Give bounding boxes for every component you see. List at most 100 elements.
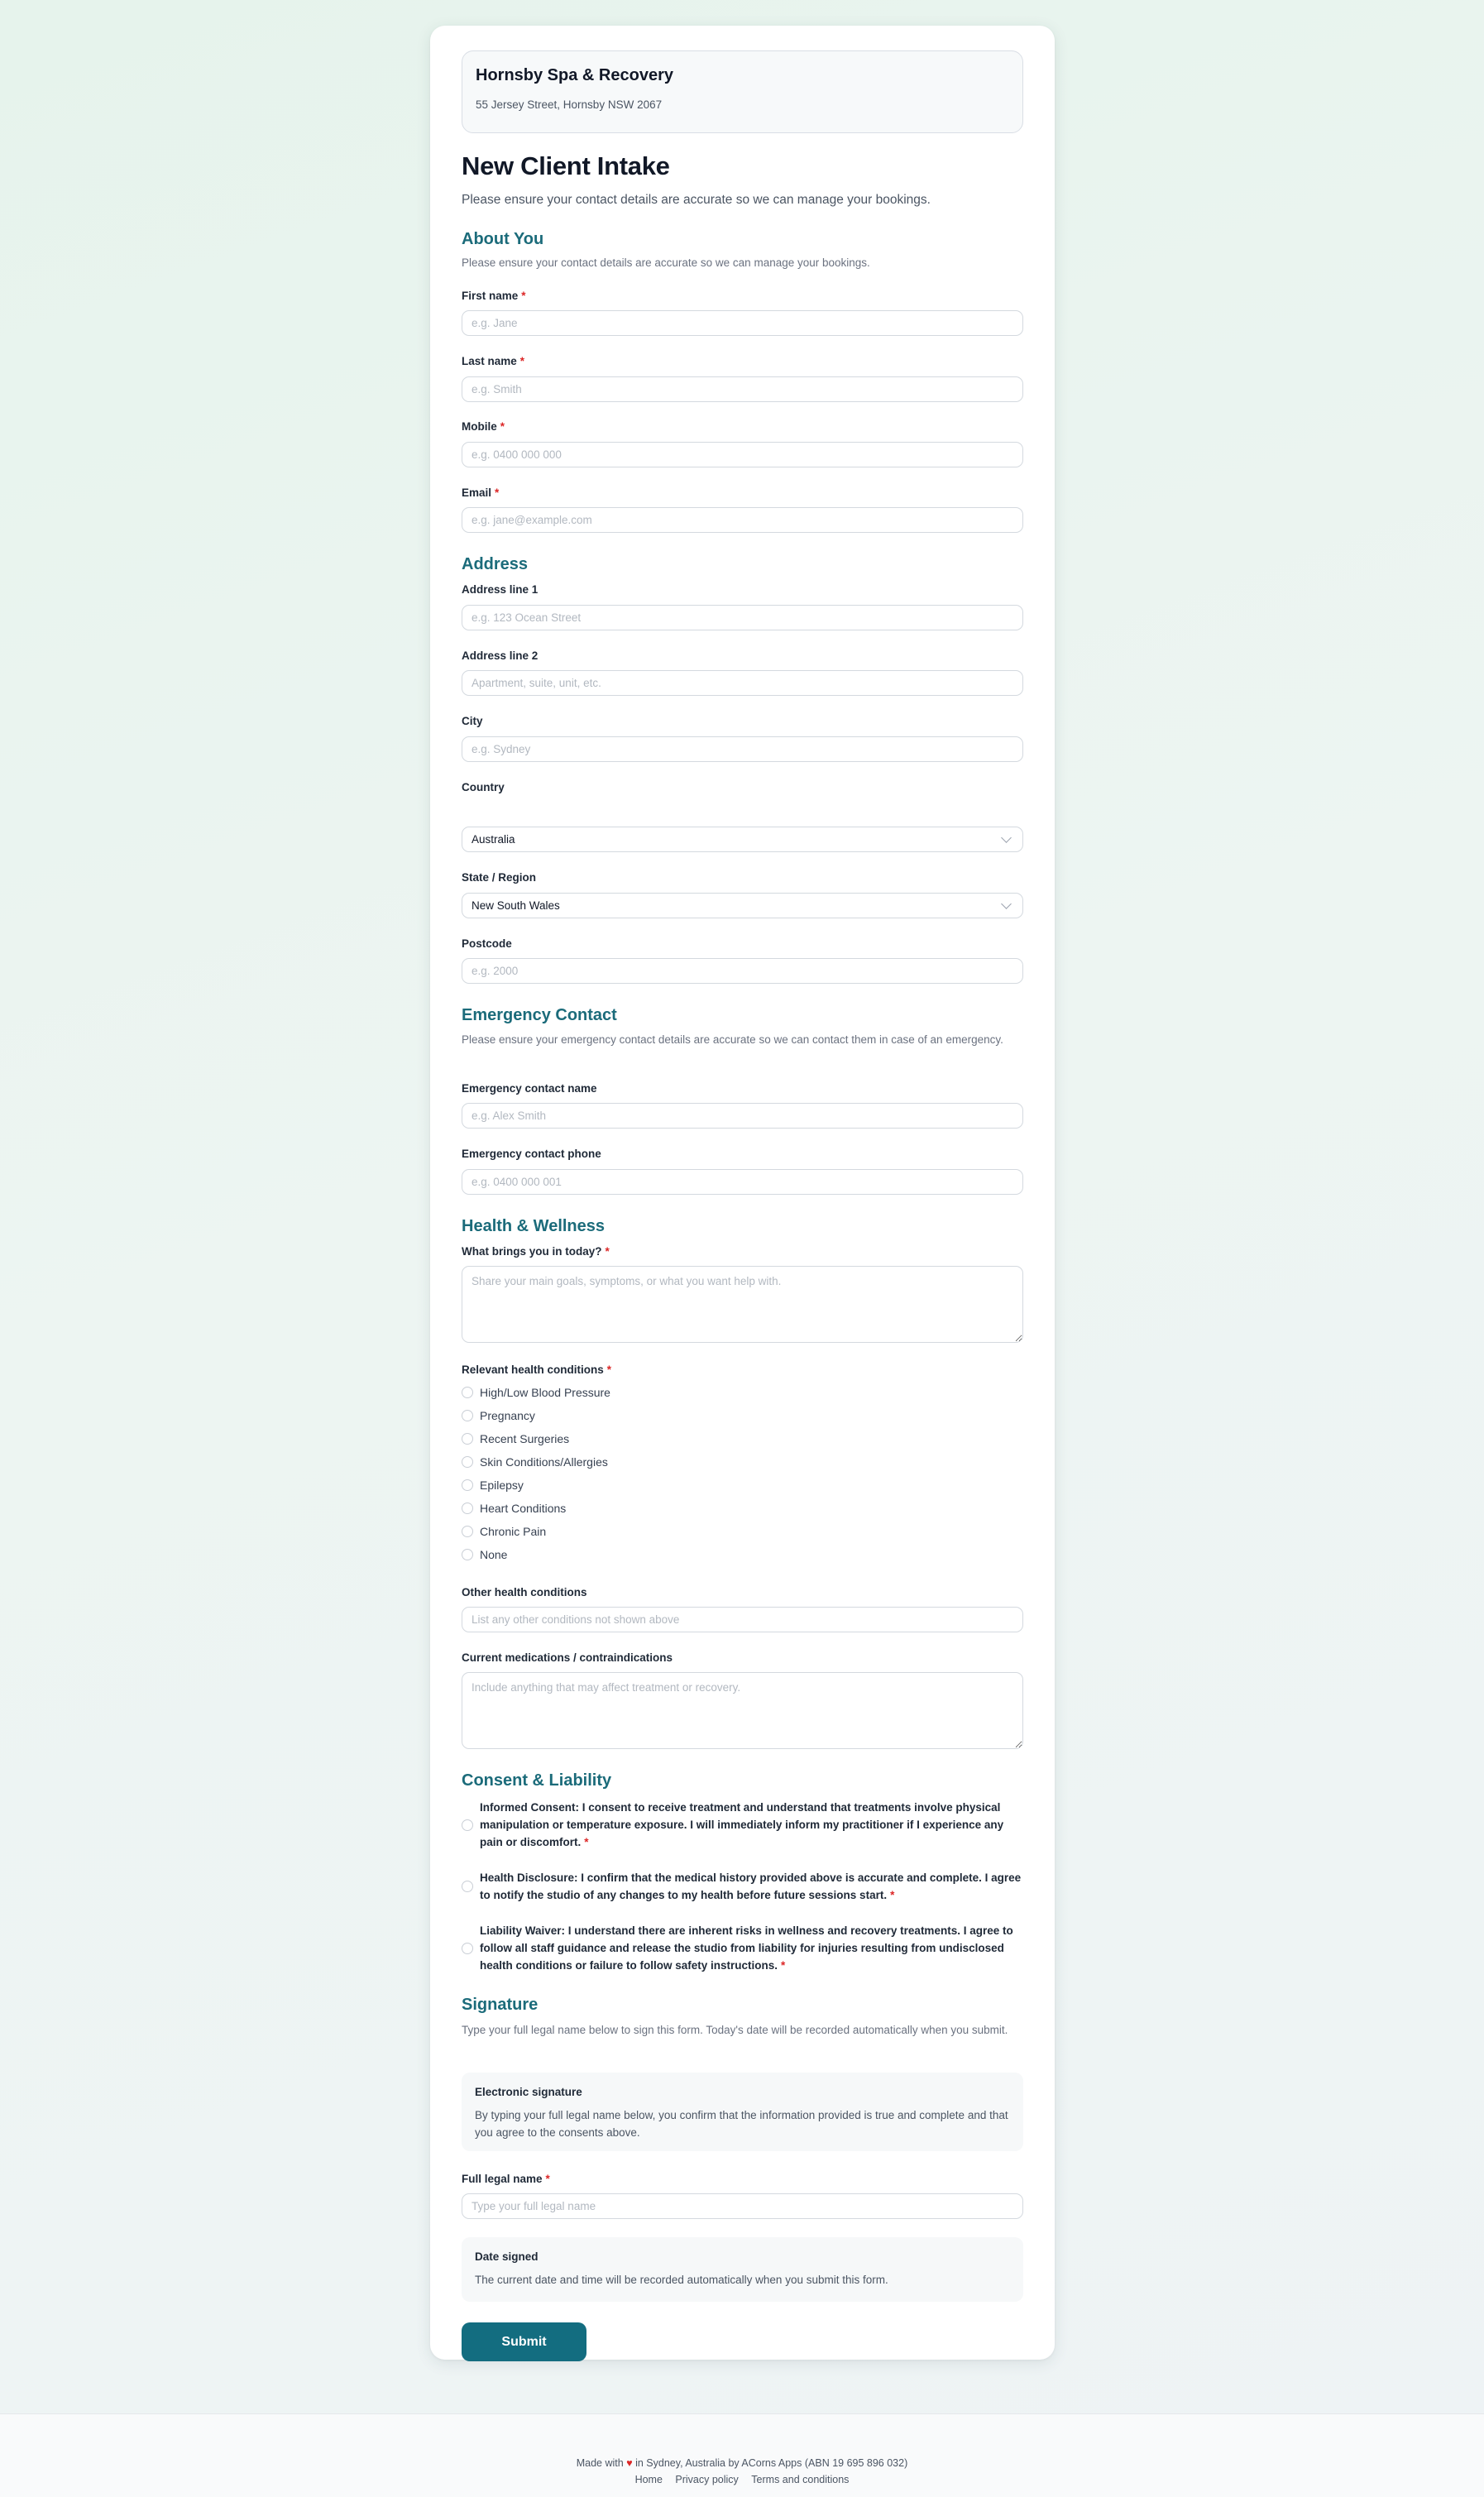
- condition-label: Epilepsy: [480, 1479, 524, 1492]
- city-input[interactable]: [462, 736, 1023, 762]
- other-conditions-input[interactable]: [462, 1607, 1023, 1632]
- consent-waiver[interactable]: Liability Waiver: I understand there are…: [462, 1922, 1023, 1974]
- condition-option[interactable]: None: [462, 1543, 1023, 1566]
- consent-disclosure-text: Health Disclosure: I confirm that the me…: [480, 1872, 1022, 1901]
- condition-option[interactable]: Pregnancy: [462, 1404, 1023, 1427]
- medications-textarea[interactable]: [462, 1672, 1023, 1749]
- reason-textarea[interactable]: [462, 1266, 1023, 1343]
- consent-checkbox[interactable]: [462, 1819, 473, 1831]
- email-input[interactable]: [462, 507, 1023, 533]
- condition-option[interactable]: Recent Surgeries: [462, 1427, 1023, 1450]
- condition-checkbox[interactable]: [462, 1503, 473, 1514]
- condition-option[interactable]: Chronic Pain: [462, 1520, 1023, 1543]
- full-name-label: Full legal name *: [462, 2173, 550, 2185]
- email-label: Email *: [462, 486, 500, 499]
- footer-link-privacy[interactable]: Privacy policy: [675, 2474, 738, 2485]
- condition-checkbox[interactable]: [462, 1526, 473, 1537]
- full-name-input[interactable]: [462, 2193, 1023, 2219]
- condition-label: Pregnancy: [480, 1409, 535, 1422]
- consent-checkbox[interactable]: [462, 1881, 473, 1892]
- state-select[interactable]: New South Wales: [462, 893, 1023, 918]
- condition-checkbox[interactable]: [462, 1456, 473, 1468]
- address-line1-label: Address line 1: [462, 583, 539, 596]
- emergency-name-label: Emergency contact name: [462, 1082, 597, 1095]
- business-info: Hornsby Spa & Recovery 55 Jersey Street,…: [462, 50, 1023, 133]
- section-desc-about: Please ensure your contact details are a…: [462, 256, 870, 269]
- section-title-emergency: Emergency Contact: [462, 1006, 617, 1024]
- last-name-label: Last name *: [462, 355, 525, 367]
- date-panel: Date signed The current date and time wi…: [462, 2237, 1023, 2302]
- consent-checkbox[interactable]: [462, 1942, 473, 1954]
- chevron-down-icon: [1001, 832, 1012, 843]
- section-title-address: Address: [462, 555, 529, 573]
- footer-links: Home Privacy policy Terms and conditions: [0, 2474, 1484, 2485]
- section-title-signature: Signature: [462, 1996, 539, 2014]
- date-text: The current date and time will be record…: [475, 2274, 888, 2286]
- condition-checkbox[interactable]: [462, 1479, 473, 1491]
- condition-checkbox[interactable]: [462, 1387, 473, 1398]
- consent-informed-text: Informed Consent: I consent to receive t…: [480, 1801, 1004, 1848]
- condition-option[interactable]: Heart Conditions: [462, 1497, 1023, 1520]
- postcode-input[interactable]: [462, 958, 1023, 984]
- address-line2-input[interactable]: [462, 670, 1023, 696]
- last-name-input[interactable]: [462, 376, 1023, 402]
- condition-label: Chronic Pain: [480, 1525, 547, 1538]
- business-address: 55 Jersey Street, Hornsby NSW 2067: [476, 98, 663, 111]
- emergency-phone-label: Emergency contact phone: [462, 1148, 601, 1160]
- country-label: Country: [462, 781, 505, 793]
- condition-checkbox[interactable]: [462, 1433, 473, 1445]
- address-line1-input[interactable]: [462, 605, 1023, 630]
- section-desc-emergency: Please ensure your emergency contact det…: [462, 1033, 1003, 1046]
- address-line2-label: Address line 2: [462, 649, 539, 662]
- mobile-input[interactable]: [462, 442, 1023, 467]
- mobile-label: Mobile *: [462, 420, 505, 433]
- state-select-value: New South Wales: [472, 899, 560, 912]
- business-name: Hornsby Spa & Recovery: [476, 66, 673, 84]
- footer-link-terms[interactable]: Terms and conditions: [751, 2474, 849, 2485]
- section-desc-signature: Type your full legal name below to sign …: [462, 2024, 1008, 2036]
- first-name-label: First name *: [462, 290, 526, 302]
- footer: Made with ♥ in Sydney, Australia by ACor…: [0, 2413, 1484, 2497]
- city-label: City: [462, 715, 483, 727]
- section-title-consent: Consent & Liability: [462, 1771, 612, 1790]
- condition-option[interactable]: High/Low Blood Pressure: [462, 1381, 1023, 1404]
- emergency-name-input[interactable]: [462, 1103, 1023, 1129]
- page-title: New Client Intake: [462, 151, 670, 180]
- chevron-down-icon: [1001, 898, 1012, 909]
- emergency-phone-input[interactable]: [462, 1169, 1023, 1195]
- section-title-about: About You: [462, 230, 544, 248]
- intake-form-card: Hornsby Spa & Recovery 55 Jersey Street,…: [430, 26, 1055, 2361]
- consent-disclosure[interactable]: Health Disclosure: I confirm that the me…: [462, 1869, 1023, 1904]
- footer-link-home[interactable]: Home: [635, 2474, 663, 2485]
- condition-option[interactable]: Skin Conditions/Allergies: [462, 1450, 1023, 1474]
- condition-label: None: [480, 1548, 508, 1561]
- consent-informed[interactable]: Informed Consent: I consent to receive t…: [462, 1799, 1023, 1851]
- esig-text: By typing your full legal name below, yo…: [475, 2109, 1008, 2139]
- first-name-input[interactable]: [462, 310, 1023, 336]
- country-select[interactable]: Australia: [462, 827, 1023, 852]
- condition-label: Heart Conditions: [480, 1502, 567, 1515]
- submit-button[interactable]: Submit: [462, 2322, 586, 2361]
- footer-credit: Made with ♥ in Sydney, Australia by ACor…: [576, 2457, 908, 2469]
- medications-label: Current medications / contraindications: [462, 1651, 673, 1664]
- condition-option[interactable]: Epilepsy: [462, 1474, 1023, 1497]
- other-conditions-label: Other health conditions: [462, 1586, 587, 1598]
- condition-checkbox[interactable]: [462, 1410, 473, 1421]
- reason-label: What brings you in today? *: [462, 1245, 610, 1258]
- postcode-label: Postcode: [462, 937, 512, 950]
- condition-label: Skin Conditions/Allergies: [480, 1455, 608, 1469]
- esig-title: Electronic signature: [475, 2086, 582, 2098]
- conditions-label: Relevant health conditions *: [462, 1364, 612, 1376]
- page-subtitle: Please ensure your contact details are a…: [462, 193, 931, 207]
- condition-label: High/Low Blood Pressure: [480, 1386, 610, 1399]
- state-label: State / Region: [462, 871, 537, 884]
- esig-panel: Electronic signature By typing your full…: [462, 2073, 1023, 2151]
- date-title: Date signed: [475, 2250, 539, 2263]
- conditions-list: High/Low Blood Pressure Pregnancy Recent…: [462, 1381, 1023, 1566]
- country-select-value: Australia: [472, 833, 515, 846]
- condition-checkbox[interactable]: [462, 1549, 473, 1560]
- heart-icon: ♥: [626, 2457, 633, 2469]
- consent-waiver-text: Liability Waiver: I understand there are…: [480, 1924, 1013, 1972]
- condition-label: Recent Surgeries: [480, 1432, 570, 1445]
- section-title-health: Health & Wellness: [462, 1217, 606, 1235]
